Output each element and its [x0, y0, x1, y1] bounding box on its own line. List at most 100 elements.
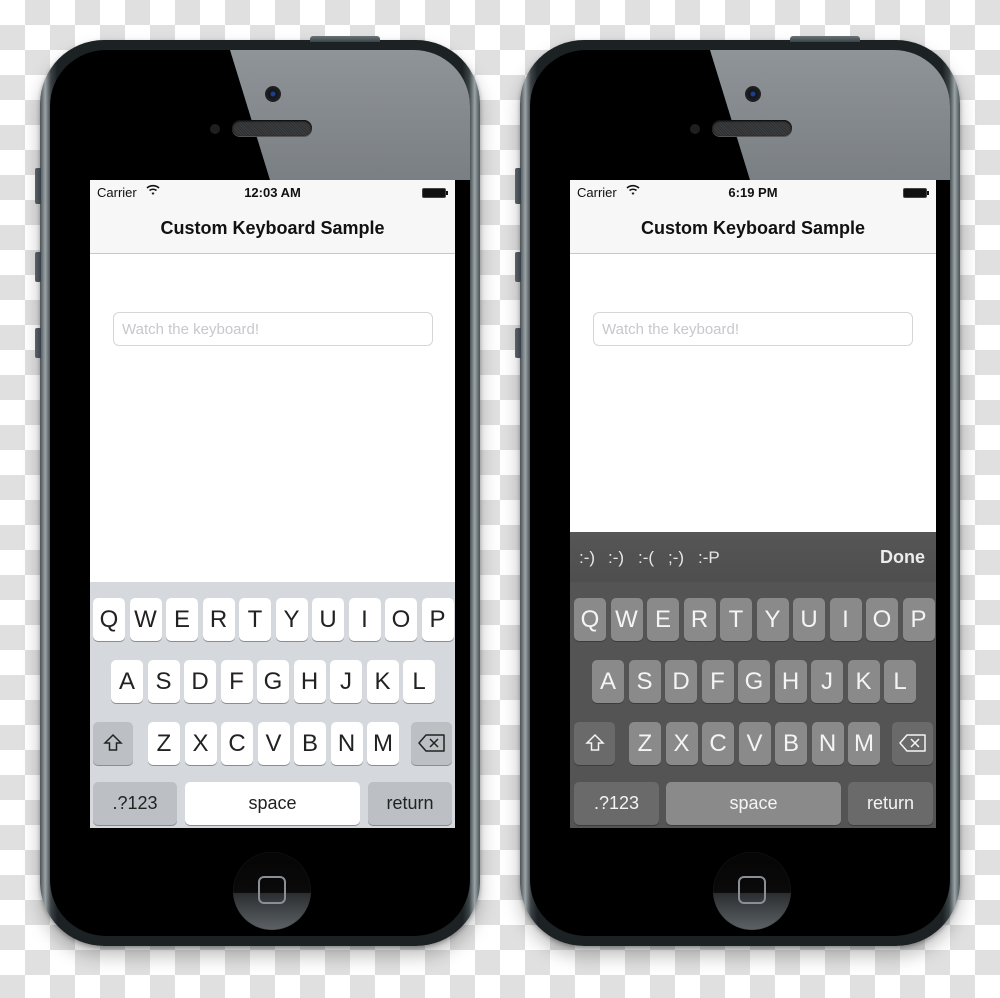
done-button[interactable]: Done [880, 547, 925, 568]
volume-down-button[interactable] [35, 328, 41, 358]
key-y[interactable]: Y [756, 598, 789, 641]
key-e[interactable]: E [166, 598, 198, 641]
key-o[interactable]: O [385, 598, 417, 641]
key-j[interactable]: J [811, 660, 843, 703]
key-b[interactable]: B [775, 722, 807, 765]
keyboard-text-field[interactable] [593, 312, 913, 346]
key-r[interactable]: R [202, 598, 235, 641]
shift-key[interactable] [93, 722, 133, 765]
key-r[interactable]: R [683, 598, 716, 641]
key-q[interactable]: Q [93, 598, 125, 641]
key-h[interactable]: H [293, 660, 326, 703]
key-w[interactable]: W [129, 598, 162, 641]
key-k[interactable]: K [366, 660, 399, 703]
key-q[interactable]: Q [574, 598, 606, 641]
return-key[interactable]: return [848, 782, 933, 825]
delete-key[interactable] [892, 722, 933, 765]
numbers-key[interactable]: .?123 [574, 782, 659, 825]
emoticon-button[interactable]: :-) [579, 548, 595, 568]
shift-key[interactable] [574, 722, 615, 765]
earpiece-speaker [232, 120, 312, 136]
key-k[interactable]: K [847, 660, 880, 703]
delete-icon [417, 734, 445, 752]
emoticon-button[interactable]: :-) [608, 548, 624, 568]
key-n[interactable]: N [811, 722, 844, 765]
emoticon-accessory-bar: :-) :-) :-( ;-) :-P Done [570, 532, 936, 582]
front-camera-icon [745, 86, 761, 102]
shift-icon [584, 733, 605, 751]
status-time: 6:19 PM [728, 185, 778, 200]
key-x[interactable]: X [665, 722, 698, 765]
key-h[interactable]: H [774, 660, 807, 703]
key-o[interactable]: O [866, 598, 898, 641]
key-m[interactable]: M [848, 722, 880, 765]
key-a[interactable]: A [592, 660, 624, 703]
key-f[interactable]: F [220, 660, 253, 703]
mute-switch[interactable] [35, 168, 41, 204]
proximity-sensor [210, 124, 220, 134]
key-u[interactable]: U [793, 598, 825, 641]
key-l[interactable]: L [884, 660, 916, 703]
home-square-icon [258, 876, 286, 904]
status-bar: Carrier 12:03 AM [90, 180, 455, 202]
numbers-key[interactable]: .?123 [93, 782, 177, 825]
emoticon-button[interactable]: :-( [638, 548, 654, 568]
key-a[interactable]: A [111, 660, 143, 703]
space-key[interactable]: space [666, 782, 841, 825]
home-square-icon [738, 876, 766, 904]
volume-down-button[interactable] [515, 328, 521, 358]
key-z[interactable]: Z [629, 722, 661, 765]
key-v[interactable]: V [257, 722, 290, 765]
key-x[interactable]: X [184, 722, 217, 765]
key-l[interactable]: L [403, 660, 435, 703]
screen: Carrier 12:03 AM Custom Keyboard Sample … [90, 180, 455, 828]
delete-key[interactable] [411, 722, 452, 765]
key-p[interactable]: P [902, 598, 935, 641]
emoticon-button[interactable]: ;-) [668, 548, 684, 568]
key-z[interactable]: Z [148, 722, 180, 765]
key-y[interactable]: Y [275, 598, 308, 641]
status-bar: Carrier 6:19 PM [570, 180, 936, 202]
emoticon-button[interactable]: :-P [698, 548, 720, 568]
key-s[interactable]: S [147, 660, 180, 703]
key-t[interactable]: T [239, 598, 271, 641]
front-camera-icon [265, 86, 281, 102]
return-key[interactable]: return [368, 782, 452, 825]
volume-up-button[interactable] [515, 252, 521, 282]
screen: Carrier 6:19 PM Custom Keyboard Sample :… [570, 180, 936, 828]
key-m[interactable]: M [367, 722, 399, 765]
glass-glare [230, 50, 470, 180]
key-d[interactable]: D [665, 660, 697, 703]
key-c[interactable]: C [702, 722, 734, 765]
key-t[interactable]: T [720, 598, 752, 641]
key-d[interactable]: D [184, 660, 216, 703]
key-p[interactable]: P [421, 598, 454, 641]
key-b[interactable]: B [294, 722, 326, 765]
space-key[interactable]: space [185, 782, 360, 825]
sleep-button[interactable] [310, 36, 380, 42]
key-n[interactable]: N [330, 722, 363, 765]
key-i[interactable]: I [829, 598, 862, 641]
key-e[interactable]: E [647, 598, 679, 641]
key-w[interactable]: W [610, 598, 643, 641]
key-g[interactable]: G [257, 660, 289, 703]
home-button[interactable] [713, 852, 791, 930]
proximity-sensor [690, 124, 700, 134]
key-c[interactable]: C [221, 722, 253, 765]
home-button[interactable] [233, 852, 311, 930]
keyboard-text-field[interactable] [113, 312, 433, 346]
system-keyboard: QWERTYUIOP ASDFGHJKL ZXCVBNM .?123 space [90, 582, 455, 828]
key-v[interactable]: V [738, 722, 771, 765]
key-f[interactable]: F [701, 660, 734, 703]
battery-icon [903, 188, 929, 198]
key-i[interactable]: I [348, 598, 381, 641]
volume-up-button[interactable] [35, 252, 41, 282]
navigation-bar: Custom Keyboard Sample [90, 202, 455, 254]
key-s[interactable]: S [628, 660, 661, 703]
sleep-button[interactable] [790, 36, 860, 42]
key-u[interactable]: U [312, 598, 344, 641]
key-g[interactable]: G [738, 660, 770, 703]
phone-face: Carrier 12:03 AM Custom Keyboard Sample … [50, 50, 470, 936]
key-j[interactable]: J [330, 660, 362, 703]
mute-switch[interactable] [515, 168, 521, 204]
